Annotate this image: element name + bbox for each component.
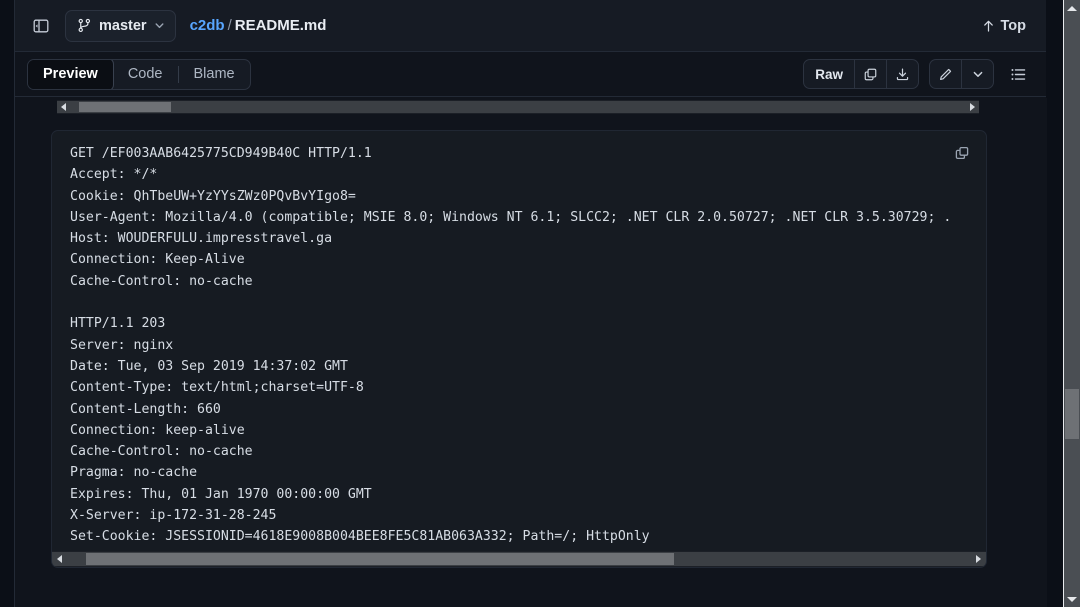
left-gutter (0, 0, 14, 607)
code-line: HTTP/1.1 203 (70, 316, 166, 332)
code-line: Accept: */* (70, 167, 158, 183)
list-outline-icon[interactable] (1004, 60, 1032, 88)
code-horizontal-scrollbar[interactable] (52, 551, 986, 567)
code-line: Set-Cookie: JSESSIONID=4618E9008B004BEE8… (70, 529, 650, 545)
scroll-down-arrow-icon[interactable] (1064, 591, 1080, 607)
code-line: Cache-Control: no-cache (70, 273, 253, 289)
code-line: X-Server: ip-172-31-28-245 (70, 508, 277, 524)
raw-button[interactable]: Raw (804, 60, 854, 88)
code-line: Cache-Control: no-cache (70, 444, 253, 460)
code-line: Date: Tue, 03 Sep 2019 14:37:02 GMT (70, 358, 348, 374)
tab-preview[interactable]: Preview (27, 59, 114, 89)
scroll-right-arrow-icon[interactable] (971, 552, 986, 566)
page-vertical-scrollbar[interactable] (1063, 0, 1080, 607)
file-toolbar: Preview Code Blame Raw (15, 52, 1046, 97)
scroll-up-arrow-icon[interactable] (1064, 0, 1080, 16)
sidebar-panel-icon[interactable] (27, 12, 55, 40)
code-line: User-Agent: Mozilla/4.0 (compatible; MSI… (70, 209, 952, 225)
app-root: master c2db / README.md Top Preview Code… (0, 0, 1080, 607)
code-content: GET /EF003AAB6425775CD949B40C HTTP/1.1 Ac… (70, 143, 986, 548)
tab-code[interactable]: Code (113, 60, 178, 89)
git-branch-icon (77, 18, 92, 33)
code-block: GET /EF003AAB6425775CD949B40C HTTP/1.1 Ac… (51, 130, 987, 568)
code-line: Content-Length: 660 (70, 401, 221, 417)
scroll-left-arrow-icon[interactable] (57, 101, 70, 113)
branch-name-label: master (99, 17, 147, 34)
code-line: Connection: Keep-Alive (70, 252, 245, 268)
scroll-left-arrow-icon[interactable] (52, 552, 67, 566)
pencil-icon[interactable] (930, 60, 961, 88)
body-horizontal-scrollbar[interactable] (57, 100, 979, 114)
breadcrumb-repo-link[interactable]: c2db (190, 17, 225, 34)
view-mode-tabs: Preview Code Blame (27, 58, 251, 90)
code-line: Pragma: no-cache (70, 465, 198, 481)
code-line: Host: WOUDERFULU.impresstravel.ga (70, 231, 333, 247)
download-icon[interactable] (887, 60, 918, 88)
code-line: Content-Type: text/html;charset=UTF-8 (70, 380, 364, 396)
scroll-to-top-label: Top (1000, 17, 1027, 34)
breadcrumb-file-name: README.md (234, 17, 327, 34)
copy-icon[interactable] (855, 60, 886, 88)
code-line: Server: nginx (70, 337, 174, 353)
branch-selector-button[interactable]: master (65, 9, 176, 42)
file-header: master c2db / README.md Top (15, 0, 1046, 52)
scroll-to-top-button[interactable]: Top (976, 14, 1033, 38)
markdown-body-region: GET /EF003AAB6425775CD949B40C HTTP/1.1 Ac… (15, 98, 1047, 607)
toolbar-actions: Raw (803, 59, 1032, 89)
code-line: GET /EF003AAB6425775CD949B40C HTTP/1.1 (70, 146, 372, 161)
breadcrumb: c2db / README.md (190, 17, 327, 34)
arrow-up-icon (982, 19, 995, 33)
breadcrumb-separator: / (227, 17, 232, 34)
tab-blame[interactable]: Blame (179, 60, 250, 89)
scroll-right-arrow-icon[interactable] (966, 101, 979, 113)
edit-actions-group (929, 59, 994, 89)
body-scrollbar-thumb[interactable] (79, 102, 172, 112)
body-scrollbar-track[interactable] (57, 100, 979, 114)
vertical-scrollbar-thumb[interactable] (1065, 389, 1079, 439)
copy-icon[interactable] (950, 141, 974, 165)
chevron-down-icon (154, 20, 165, 31)
code-line: Connection: keep-alive (70, 422, 245, 438)
file-view-pane: master c2db / README.md Top Preview Code… (14, 0, 1047, 607)
chevron-down-icon[interactable] (962, 60, 993, 88)
code-scrollbar-track[interactable] (52, 551, 986, 567)
code-scrollbar-thumb[interactable] (85, 553, 675, 565)
code-line: Cookie: QhTbeUW+YzYYsZWz0PQvBvYIgo8= (70, 188, 356, 204)
raw-actions-group: Raw (803, 59, 919, 89)
code-line: Expires: Thu, 01 Jan 1970 00:00:00 GMT (70, 486, 372, 502)
